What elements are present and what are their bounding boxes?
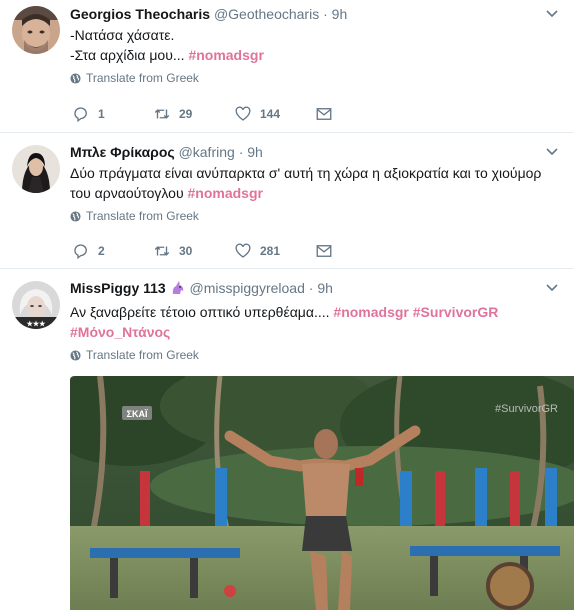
hashtag-link[interactable]: #nomadsgr (333, 304, 408, 320)
globe-icon (70, 210, 81, 222)
tweet-text-line: Δύο πράγματα είναι ανύπαρκτα σ' αυτή τη … (70, 165, 542, 181)
timestamp[interactable]: 9h (317, 280, 333, 296)
retweet-button[interactable]: 30 (153, 242, 234, 260)
like-count: 281 (260, 244, 281, 258)
watermark-text: #SurvivorGR (495, 403, 558, 415)
hashtag-link[interactable]: #nomadsgr (188, 185, 263, 201)
tweet-text-line: Αν ξαναβρείτε τέτοιο οπτικό υπερθέαμα...… (70, 304, 330, 320)
timestamp[interactable]: 9h (247, 144, 263, 160)
globe-icon (70, 72, 81, 84)
separator-dot: · (323, 6, 328, 22)
avatar[interactable] (12, 145, 60, 193)
reply-count: 1 (98, 107, 105, 121)
tweet-2[interactable]: Μπλε Φρίκαρος @kafring · 9h Δύο πράγματα… (0, 133, 574, 267)
envelope-icon (316, 245, 332, 257)
display-name[interactable]: Georgios Theocharis (70, 6, 210, 22)
display-name[interactable]: Μπλε Φρίκαρος (70, 144, 175, 160)
like-button[interactable]: 281 (234, 242, 315, 260)
translate-label[interactable]: Translate from Greek (86, 348, 199, 362)
tweet-text-line: του αρναούτογλου (70, 185, 184, 201)
avatar[interactable] (12, 6, 60, 54)
chevron-down-icon[interactable] (546, 9, 558, 19)
retweet-count: 29 (179, 107, 193, 121)
like-count: 144 (260, 107, 281, 121)
reply-icon (74, 244, 87, 260)
timestamp[interactable]: 9h (332, 6, 348, 22)
translate-link[interactable]: Translate from Greek (70, 348, 560, 362)
unicorn-icon (170, 280, 186, 300)
display-name[interactable]: MissPiggy 113 (70, 280, 166, 296)
user-handle[interactable]: @kafring (179, 144, 235, 160)
hashtag-link[interactable]: #nomadsgr (188, 47, 263, 63)
heart-icon (235, 243, 251, 258)
retweet-icon (154, 109, 170, 119)
chevron-down-icon[interactable] (546, 283, 558, 293)
translate-link[interactable]: Translate from Greek (70, 209, 560, 223)
user-handle[interactable]: @misspiggyreload (190, 280, 305, 296)
separator-dot: · (308, 280, 314, 296)
avatar[interactable]: ★★★ (12, 281, 60, 329)
tweet-1[interactable]: Georgios Theocharis @Geotheocharis · 9h … (0, 0, 574, 131)
globe-icon (70, 349, 81, 361)
tweet-media-image[interactable]: ΣΚΑΪ #SurvivorGR (70, 376, 574, 610)
retweet-button[interactable]: 29 (153, 105, 234, 123)
reply-icon (74, 107, 87, 123)
translate-link[interactable]: Translate from Greek (70, 71, 560, 85)
tweet-text-line: -Νατάσα χάσατε. (70, 27, 175, 43)
heart-icon (235, 106, 251, 121)
translate-label[interactable]: Translate from Greek (86, 209, 199, 223)
chevron-down-icon[interactable] (546, 147, 558, 157)
reply-count: 2 (98, 244, 105, 258)
user-handle[interactable]: @Geotheocharis (214, 6, 319, 22)
direct-message-button[interactable] (315, 242, 333, 260)
tweet-text-line: -Στα αρχίδια μου... (70, 47, 185, 63)
hashtag-link[interactable]: #Μόνο_Ντάνος (70, 324, 170, 340)
reply-button[interactable]: 1 (72, 105, 153, 123)
separator-dot: · (238, 144, 244, 160)
retweet-icon (154, 246, 170, 256)
svg-text:★★★: ★★★ (27, 320, 47, 328)
tweet-text: Δύο πράγματα είναι ανύπαρκτα σ' αυτή τη … (70, 163, 560, 203)
tweet-text: Αν ξαναβρείτε τέτοιο οπτικό υπερθέαμα...… (70, 302, 560, 342)
hashtag-link[interactable]: #SurvivorGR (413, 304, 499, 320)
tweet-text: -Νατάσα χάσατε. -Στα αρχίδια μου... #nom… (70, 25, 560, 65)
like-button[interactable]: 144 (234, 105, 315, 123)
retweet-count: 30 (179, 244, 193, 258)
reply-button[interactable]: 2 (72, 242, 153, 260)
translate-label[interactable]: Translate from Greek (86, 71, 199, 85)
envelope-icon (316, 108, 332, 120)
direct-message-button[interactable] (315, 105, 333, 123)
channel-logo: ΣΚΑΪ (127, 409, 148, 419)
